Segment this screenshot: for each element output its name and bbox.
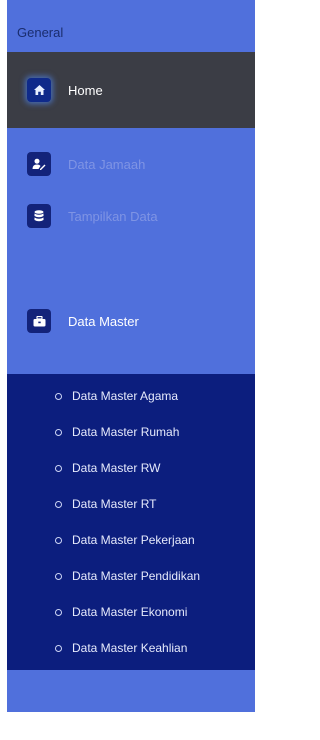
nav-item-data-master[interactable]: Data Master [7,283,255,359]
submenu-label: Data Master Pekerjaan [72,533,195,547]
home-icon [27,78,51,102]
circle-bullet-icon [55,608,62,616]
nav-label-data-master: Data Master [68,313,139,329]
circle-bullet-icon [55,500,62,508]
submenu-data-master: Data Master Agama Data Master Rumah Data… [7,374,255,670]
circle-bullet-icon [55,428,62,436]
submenu-label: Data Master RW [72,461,161,475]
submenu-label: Data Master Keahlian [72,641,188,655]
submenu-item-rt[interactable]: Data Master RT [7,489,255,519]
nav-label-data-jamaah: Data Jamaah [68,156,146,172]
submenu-label: Data Master RT [72,497,157,511]
database-icon [27,204,51,228]
circle-bullet-icon [55,464,62,472]
submenu-item-ekonomi[interactable]: Data Master Ekonomi [7,597,255,627]
submenu-item-pekerjaan[interactable]: Data Master Pekerjaan [7,525,255,555]
submenu-item-agama[interactable]: Data Master Agama [7,381,255,411]
circle-bullet-icon [55,572,62,580]
submenu-label: Data Master Rumah [72,425,180,439]
nav-label-home: Home [68,82,103,98]
sidebar: General Home Data Jamaah Tampilkan Data … [7,0,255,712]
submenu-item-pendidikan[interactable]: Data Master Pendidikan [7,561,255,591]
submenu-label: Data Master Ekonomi [72,605,188,619]
circle-bullet-icon [55,392,62,400]
toolbox-icon [27,309,51,333]
submenu-item-rumah[interactable]: Data Master Rumah [7,417,255,447]
section-label-general: General [17,25,64,40]
submenu-item-rw[interactable]: Data Master RW [7,453,255,483]
user-edit-icon [27,152,51,176]
nav-label-tampilkan-data: Tampilkan Data [68,208,158,224]
submenu-label: Data Master Pendidikan [72,569,201,583]
nav-item-tampilkan-data[interactable]: Tampilkan Data [7,178,255,254]
nav-item-home[interactable]: Home [7,52,255,128]
circle-bullet-icon [55,644,62,652]
submenu-label: Data Master Agama [72,389,179,403]
submenu-item-keahlian[interactable]: Data Master Keahlian [7,633,255,663]
circle-bullet-icon [55,536,62,544]
